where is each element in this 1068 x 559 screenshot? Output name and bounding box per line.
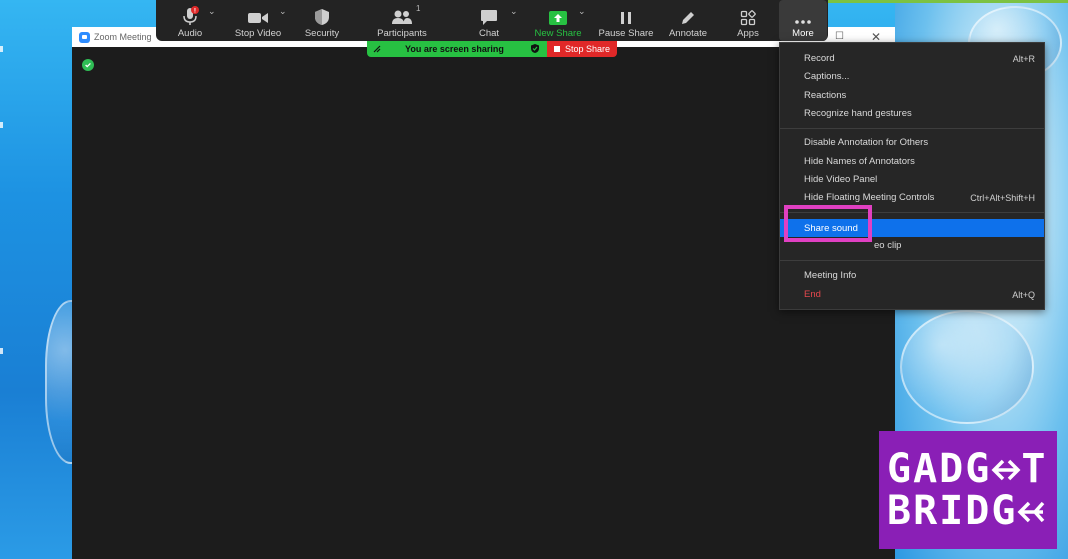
stop-share-button[interactable]: Stop Share bbox=[547, 41, 617, 57]
apps-button[interactable]: Apps bbox=[730, 0, 766, 41]
zoom-logo-icon bbox=[79, 31, 90, 43]
pause-share-button[interactable]: Pause Share bbox=[598, 0, 654, 41]
annotate-button[interactable]: Annotate bbox=[667, 0, 709, 41]
menu-item-end[interactable]: End Alt+Q bbox=[780, 286, 1044, 303]
menu-item-captions[interactable]: Captions... bbox=[780, 68, 1044, 85]
new-share-button[interactable]: New Share bbox=[533, 0, 583, 41]
participants-button[interactable]: Participants bbox=[374, 0, 430, 41]
logo-line-1: GADG T bbox=[887, 446, 1048, 492]
pause-icon bbox=[621, 12, 631, 24]
desktop-icon-fragment bbox=[0, 46, 3, 52]
screen-sharing-bar: You are screen sharing Stop Share bbox=[367, 41, 617, 57]
video-options-chevron-icon[interactable]: ⌄ bbox=[279, 6, 287, 17]
menu-item-hand-gestures[interactable]: Recognize hand gestures bbox=[780, 105, 1044, 122]
shortcut-text: Ctrl+Alt+Shift+H bbox=[970, 192, 1035, 203]
pause-share-label: Pause Share bbox=[598, 28, 654, 39]
arrow-fork-icon bbox=[1017, 501, 1045, 523]
apps-label: Apps bbox=[737, 28, 759, 39]
microphone-icon: ! bbox=[183, 6, 199, 25]
gadget-bridge-logo: GADG T BRIDG bbox=[879, 431, 1057, 549]
video-camera-icon bbox=[248, 13, 268, 23]
audio-label: Audio bbox=[177, 28, 203, 39]
arrow-fork-icon bbox=[991, 459, 1021, 481]
sharing-status[interactable]: You are screen sharing bbox=[367, 41, 547, 57]
apps-grid-icon bbox=[740, 10, 756, 26]
shortcut-text: Alt+R bbox=[1012, 53, 1035, 64]
share-options-chevron-icon[interactable]: ⌄ bbox=[578, 6, 586, 17]
audio-options-chevron-icon[interactable]: ⌄ bbox=[208, 6, 216, 17]
logo-line-2: BRIDG bbox=[887, 490, 1057, 532]
chat-options-chevron-icon[interactable]: ⌄ bbox=[510, 6, 518, 17]
stop-square-icon bbox=[554, 46, 560, 52]
stop-share-label: Stop Share bbox=[565, 44, 611, 54]
highlight-annotation-box bbox=[784, 205, 872, 242]
more-options-menu: Record Alt+R Captions... Reactions Recog… bbox=[779, 42, 1045, 310]
chat-button[interactable]: Chat bbox=[469, 0, 509, 41]
shortcut-text: Alt+Q bbox=[1012, 289, 1035, 300]
more-ellipsis-icon bbox=[795, 20, 811, 24]
desktop-top-strip bbox=[826, 0, 1068, 3]
menu-item-record[interactable]: Record Alt+R bbox=[780, 50, 1044, 67]
share-screen-arrow-icon bbox=[549, 11, 567, 25]
menu-item-disable-annotation[interactable]: Disable Annotation for Others bbox=[780, 134, 1044, 151]
desktop-icon-fragment bbox=[0, 348, 3, 354]
pencil-icon bbox=[682, 12, 694, 24]
more-button[interactable]: More bbox=[779, 0, 827, 41]
chat-label: Chat bbox=[478, 28, 500, 39]
drag-handle-icon bbox=[373, 45, 381, 53]
menu-divider bbox=[780, 260, 1044, 261]
zoom-meeting-window: Zoom Meeting ☐ ✕ bbox=[72, 27, 895, 559]
security-button[interactable]: Security bbox=[302, 0, 342, 41]
annotate-label: Annotate bbox=[668, 28, 708, 39]
desktop-icon-fragment bbox=[0, 122, 3, 128]
menu-divider bbox=[780, 128, 1044, 129]
menu-item-meeting-info[interactable]: Meeting Info bbox=[780, 267, 1044, 284]
more-label: More bbox=[792, 28, 814, 39]
audio-button[interactable]: ! Audio bbox=[170, 0, 210, 41]
sharing-status-text: You are screen sharing bbox=[405, 44, 504, 54]
menu-item-hide-floating-controls[interactable]: Hide Floating Meeting Controls Ctrl+Alt+… bbox=[780, 189, 1044, 206]
new-share-label: New Share bbox=[534, 28, 582, 39]
menu-item-hide-annotator-names[interactable]: Hide Names of Annotators bbox=[780, 153, 1044, 170]
participants-icon bbox=[392, 10, 412, 24]
chat-bubble-icon bbox=[481, 10, 497, 25]
stop-video-button[interactable]: Stop Video bbox=[232, 0, 284, 41]
audio-alert-badge: ! bbox=[194, 8, 196, 15]
window-title: Zoom Meeting bbox=[94, 32, 152, 42]
stop-video-label: Stop Video bbox=[234, 28, 282, 39]
security-shield-icon bbox=[315, 9, 329, 25]
menu-item-hide-video-panel[interactable]: Hide Video Panel bbox=[780, 171, 1044, 188]
security-label: Security bbox=[304, 28, 340, 39]
encryption-shield-icon bbox=[531, 44, 539, 53]
menu-item-reactions[interactable]: Reactions bbox=[780, 87, 1044, 104]
participants-label: Participants bbox=[377, 28, 427, 39]
meeting-toolbar: ! Audio ⌄ Stop Video ⌄ Security Particip… bbox=[156, 0, 828, 41]
participants-count: 1 bbox=[416, 4, 421, 13]
encryption-shield-icon[interactable] bbox=[82, 59, 94, 71]
wallpaper-bubble bbox=[900, 310, 1034, 424]
